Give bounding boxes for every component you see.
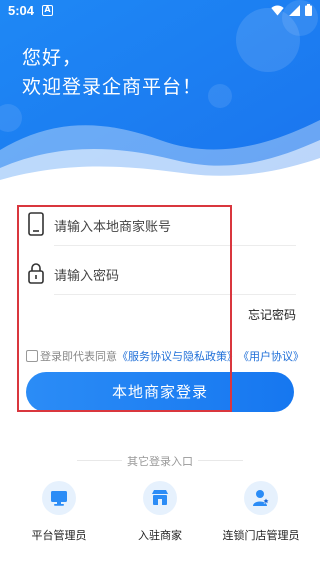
- merchant-entry[interactable]: 入驻商家: [115, 481, 205, 543]
- monitor-icon: [51, 491, 67, 506]
- signal-icon: [289, 4, 300, 16]
- forgot-password-link[interactable]: 忘记密码: [248, 306, 296, 323]
- chain-store-admin-label: 连锁门店管理员: [222, 529, 300, 542]
- user-agreement-link[interactable]: 《用户协议》: [238, 348, 304, 364]
- store-icon: [152, 490, 168, 505]
- other-login-title: 其它登录入口: [127, 455, 193, 468]
- user-star-icon: [253, 490, 270, 506]
- status-time: 5:04: [8, 3, 35, 18]
- platform-admin-icon-wrap: [42, 481, 76, 515]
- greeting-line-1: 您好，: [22, 47, 83, 69]
- status-bar: 5:04 A: [0, 0, 320, 22]
- greeting-line-2: 欢迎登录企商平台！: [22, 76, 203, 98]
- notification-badge-icon: A: [42, 5, 53, 16]
- battery-icon: [305, 4, 312, 16]
- wifi-icon: [271, 5, 284, 16]
- platform-admin-entry[interactable]: 平台管理员: [14, 481, 104, 543]
- chain-store-admin-entry[interactable]: 连锁门店管理员: [216, 481, 306, 543]
- platform-admin-label: 平台管理员: [31, 529, 87, 542]
- highlight-box: [17, 205, 232, 412]
- merchant-icon-wrap: [143, 481, 177, 515]
- divider: [198, 460, 243, 461]
- chain-store-admin-icon-wrap: [244, 481, 278, 515]
- status-icons: [271, 4, 312, 16]
- merchant-label: 入驻商家: [138, 529, 182, 542]
- greeting: 您好， 欢迎登录企商平台！: [22, 44, 202, 102]
